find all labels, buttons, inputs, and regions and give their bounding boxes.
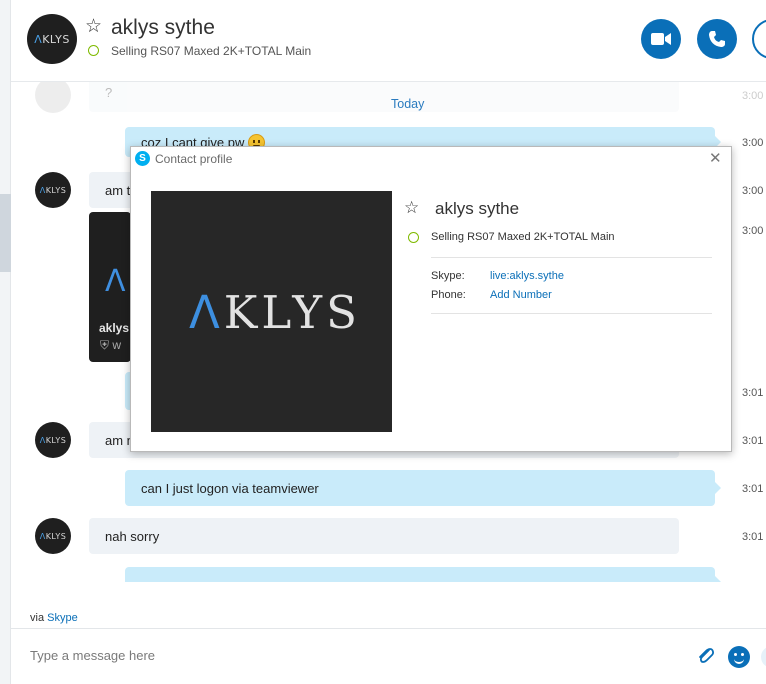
message-time: 3:01 bbox=[742, 387, 764, 399]
previous-message: ? bbox=[89, 82, 679, 112]
message-text: am t bbox=[105, 182, 131, 198]
via-skype-link[interactable]: Skype bbox=[47, 612, 78, 624]
message-time: 3:00 bbox=[742, 185, 764, 197]
phone-icon bbox=[709, 31, 725, 47]
avatar-logo-a: Λ bbox=[34, 32, 43, 46]
favorite-star-icon[interactable]: ☆ bbox=[404, 199, 419, 216]
contact-name[interactable]: aklys sythe bbox=[111, 16, 215, 40]
outgoing-message[interactable]: can I just logon via teamviewer bbox=[125, 470, 721, 506]
divider bbox=[431, 257, 712, 258]
message-time: 3:01 bbox=[742, 531, 764, 543]
presence-online-icon bbox=[88, 45, 99, 56]
divider bbox=[431, 313, 712, 314]
add-people-button[interactable] bbox=[752, 19, 766, 59]
card-subtitle: w bbox=[112, 338, 122, 352]
outgoing-message[interactable] bbox=[125, 567, 721, 582]
emoticon-picker-button[interactable] bbox=[728, 646, 750, 668]
composer-divider bbox=[11, 628, 766, 629]
incoming-message[interactable]: nah sorry bbox=[89, 518, 679, 554]
message-avatar: Λ KLYS bbox=[35, 172, 71, 208]
phone-label: Phone: bbox=[431, 289, 466, 301]
presence-online-icon bbox=[408, 232, 419, 243]
skype-label: Skype: bbox=[431, 270, 465, 282]
message-avatar: Λ KLYS bbox=[35, 518, 71, 554]
message-time: 3:00 bbox=[742, 225, 764, 237]
message-input[interactable]: Type a message here bbox=[30, 648, 155, 663]
audio-call-button[interactable] bbox=[697, 19, 737, 59]
card-logo-a: Λ bbox=[105, 264, 126, 299]
logo-text: KLYS bbox=[223, 286, 361, 339]
skype-id-link[interactable]: live:aklys.sythe bbox=[490, 270, 564, 282]
aklys-logo: ΛKLYS bbox=[189, 286, 361, 339]
selected-conversation-marker bbox=[0, 194, 11, 272]
avatar-logo-text: KLYS bbox=[45, 185, 67, 195]
avatar-logo-text: KLYS bbox=[45, 435, 67, 445]
message-avatar bbox=[35, 82, 71, 113]
card-title: aklys bbox=[99, 321, 130, 335]
conversation-header: Λ KLYS ☆ aklys sythe Selling RS07 Maxed 2… bbox=[11, 0, 766, 82]
skype-logo-icon: S bbox=[135, 151, 150, 166]
close-icon[interactable]: ✕ bbox=[709, 151, 722, 166]
logo-a: Λ bbox=[189, 286, 224, 339]
video-camera-icon bbox=[651, 33, 671, 45]
message-time: 3:01 bbox=[742, 435, 764, 447]
message-text: can I just logon via teamviewer bbox=[141, 480, 319, 496]
paperclip-icon[interactable] bbox=[695, 645, 717, 667]
send-button[interactable] bbox=[761, 646, 766, 668]
profile-mood-message: Selling RS07 Maxed 2K+TOTAL Main bbox=[431, 231, 615, 243]
contact-mood-message: Selling RS07 Maxed 2K+TOTAL Main bbox=[111, 44, 312, 58]
link-preview-card[interactable]: Λ aklys ⛨ w bbox=[89, 212, 131, 362]
message-time: 3:01 bbox=[742, 483, 764, 495]
contact-profile-dialog: S Contact profile ✕ ΛKLYS ☆ aklys sythe … bbox=[130, 146, 732, 452]
date-divider: Today bbox=[391, 97, 425, 111]
video-call-button[interactable] bbox=[641, 19, 681, 59]
avatar-logo-text: KLYS bbox=[45, 531, 67, 541]
avatar-logo-text: KLYS bbox=[42, 32, 70, 46]
message-time: 3:00 bbox=[742, 137, 764, 149]
left-sidebar-strip bbox=[0, 0, 11, 684]
profile-name: aklys sythe bbox=[435, 199, 520, 218]
message-avatar: Λ KLYS bbox=[35, 422, 71, 458]
message-time: 3:00 bbox=[742, 90, 764, 102]
via-label: via bbox=[30, 612, 45, 624]
message-text: ? bbox=[105, 84, 113, 100]
favorite-star-icon[interactable]: ☆ bbox=[85, 17, 102, 36]
message-text: nah sorry bbox=[105, 528, 160, 544]
dialog-title: Contact profile bbox=[155, 152, 233, 166]
card-shield-icon: ⛨ w bbox=[100, 338, 122, 352]
add-number-link[interactable]: Add Number bbox=[490, 289, 552, 301]
contact-avatar[interactable]: Λ KLYS bbox=[27, 14, 77, 64]
via-indicator: via Skype bbox=[30, 612, 78, 624]
profile-picture: ΛKLYS bbox=[151, 191, 392, 432]
